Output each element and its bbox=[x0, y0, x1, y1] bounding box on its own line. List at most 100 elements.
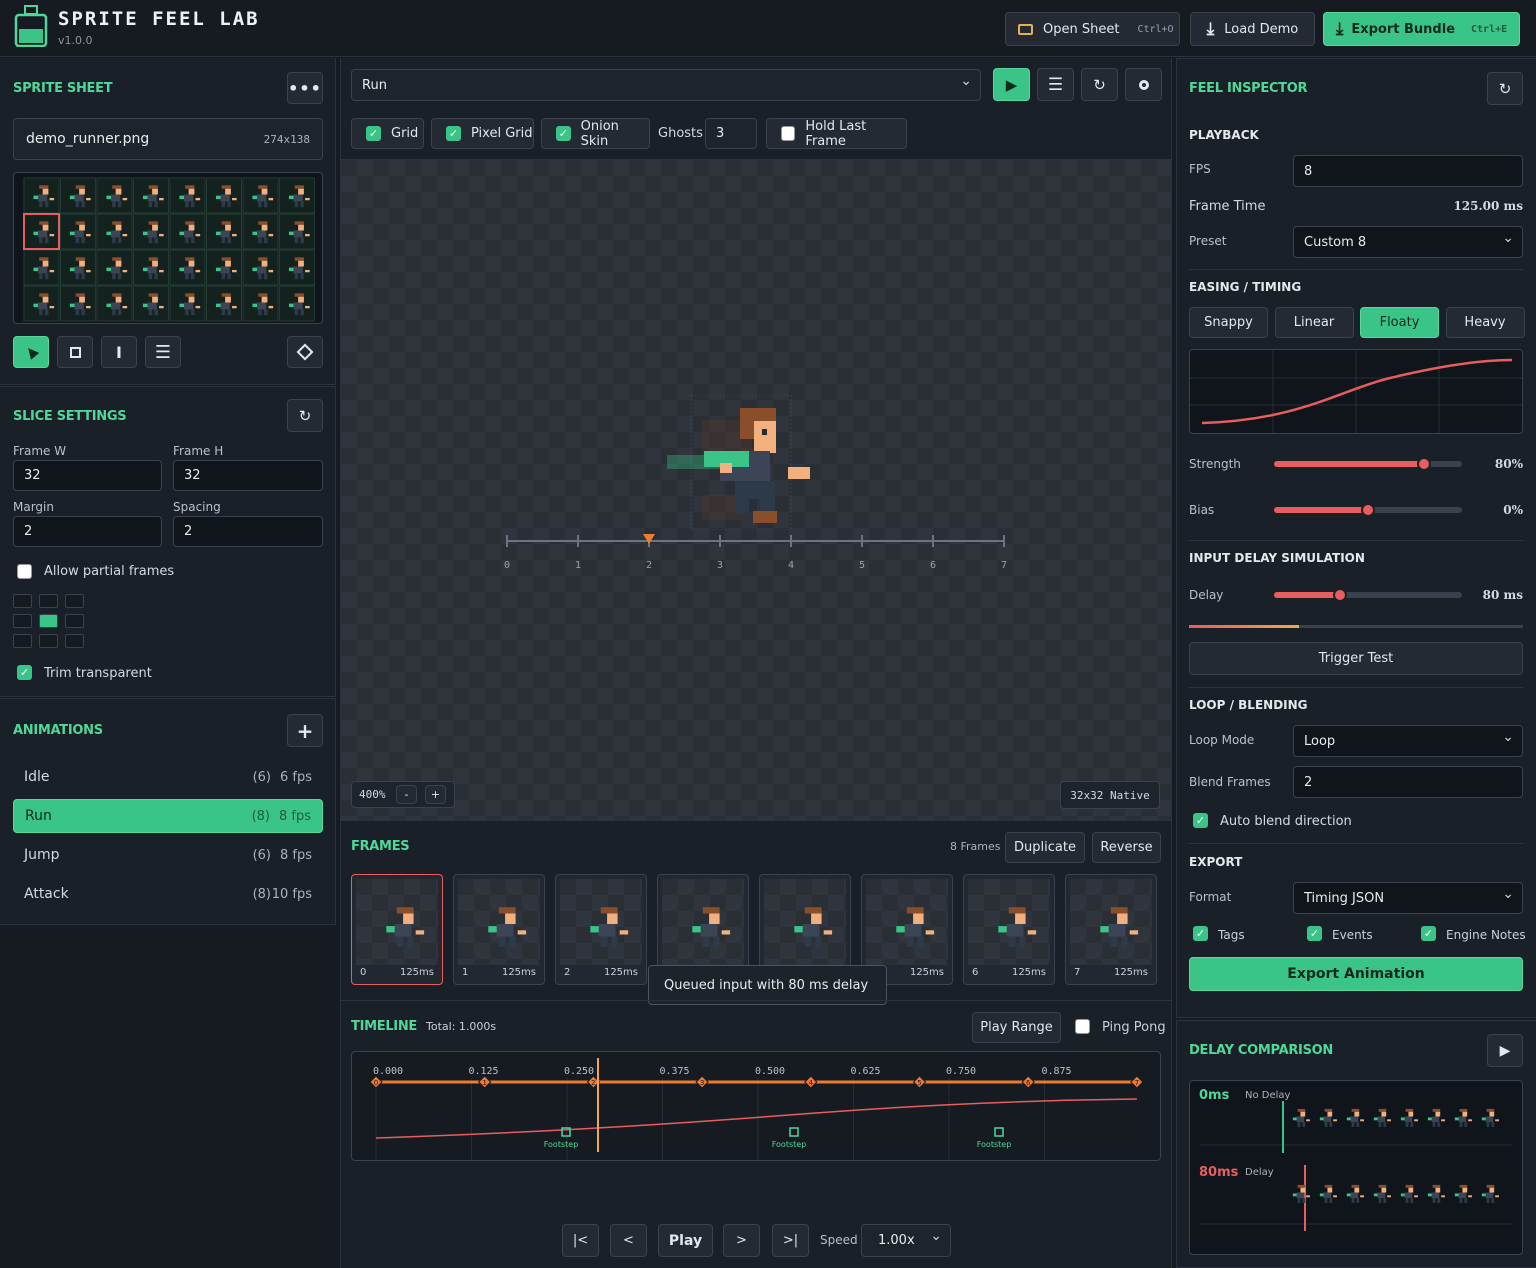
anchor-cell[interactable] bbox=[39, 634, 58, 648]
column-tool-button[interactable]: ☰ bbox=[145, 336, 181, 368]
delay-slider-knob[interactable] bbox=[1332, 588, 1347, 602]
engine-notes-checkbox[interactable]: ✓ bbox=[1421, 926, 1436, 941]
onion-skin-checkbox[interactable]: ✓ bbox=[556, 126, 571, 141]
anchor-cell[interactable] bbox=[65, 594, 84, 608]
onion-skin-toggle[interactable]: ✓ Onion Skin bbox=[541, 118, 650, 149]
auto-blend-label: Auto blend direction bbox=[1220, 814, 1352, 829]
anchor-cell[interactable] bbox=[65, 634, 84, 648]
delay-comparison-play-button[interactable]: ▶ bbox=[1487, 1034, 1523, 1067]
ruler-tick-label: 2 bbox=[646, 560, 652, 571]
menu-icon: ☰ bbox=[1047, 74, 1064, 95]
pixel-grid-toggle[interactable]: ✓ Pixel Grid bbox=[431, 118, 534, 149]
zoom-in-button[interactable]: + bbox=[425, 785, 446, 804]
last-frame-button[interactable]: >| bbox=[772, 1224, 809, 1257]
ruler-tick-label: 3 bbox=[717, 560, 723, 571]
animation-item-run[interactable]: Run (8) 8 fps bbox=[13, 799, 323, 833]
frame-h-input[interactable]: 32 bbox=[173, 460, 323, 491]
export-bundle-button[interactable]: ⤓ Export Bundle Ctrl+E bbox=[1323, 12, 1520, 46]
mini-sprite bbox=[1427, 1108, 1445, 1127]
trigger-test-button[interactable]: Trigger Test bbox=[1189, 642, 1523, 675]
frame-card[interactable]: 6 125ms bbox=[963, 874, 1055, 985]
next-frame-button[interactable]: > bbox=[723, 1224, 760, 1257]
frame-card[interactable]: 2 125ms bbox=[555, 874, 647, 985]
first-frame-button[interactable]: |< bbox=[562, 1224, 599, 1257]
timeline-tick-label: 0.250 bbox=[564, 1066, 594, 1077]
animation-item-idle[interactable]: Idle (6) 6 fps bbox=[13, 760, 323, 794]
frame-card[interactable]: 0 125ms bbox=[351, 874, 443, 985]
margin-input[interactable]: 2 bbox=[13, 516, 162, 547]
anchor-grid[interactable] bbox=[13, 594, 88, 650]
transport-play-button[interactable]: Play bbox=[658, 1224, 713, 1257]
sheet-more-button[interactable]: ••• bbox=[287, 72, 323, 104]
spacing-input[interactable]: 2 bbox=[173, 516, 323, 547]
allow-partial-checkbox[interactable] bbox=[17, 564, 32, 579]
frame-card[interactable]: 7 125ms bbox=[1065, 874, 1157, 985]
easing-option-linear[interactable]: Linear bbox=[1274, 307, 1354, 338]
animation-select[interactable]: Run bbox=[351, 69, 981, 101]
grid-toggle[interactable]: ✓ Grid bbox=[351, 118, 424, 149]
play-range-button[interactable]: Play Range bbox=[972, 1012, 1061, 1043]
load-demo-button[interactable]: ⤓ Load Demo bbox=[1190, 12, 1315, 46]
grid-checkbox[interactable]: ✓ bbox=[366, 126, 381, 141]
eraser-tool-button[interactable] bbox=[287, 336, 323, 368]
bias-slider-fill bbox=[1274, 507, 1368, 513]
animation-item-jump[interactable]: Jump (6) 8 fps bbox=[13, 838, 323, 872]
loop-button[interactable]: ↻ bbox=[1081, 68, 1118, 101]
sheet-dimensions: 274x138 bbox=[263, 132, 310, 146]
easing-option-floaty[interactable]: Floaty bbox=[1360, 307, 1439, 338]
tags-checkbox[interactable]: ✓ bbox=[1193, 926, 1208, 941]
speed-select[interactable]: 1.00x bbox=[861, 1224, 951, 1257]
bias-slider-knob[interactable] bbox=[1361, 503, 1375, 517]
auto-blend-checkbox[interactable]: ✓ bbox=[1193, 813, 1208, 828]
prev-frame-button[interactable]: < bbox=[610, 1224, 647, 1257]
frame-card[interactable]: 1 125ms bbox=[453, 874, 545, 985]
trim-transparent-checkbox[interactable]: ✓ bbox=[17, 665, 32, 680]
anchor-cell[interactable] bbox=[13, 614, 32, 628]
sheet-file-field[interactable]: demo_runner.png 274x138 bbox=[13, 118, 323, 160]
inspector-reset-button[interactable]: ↻ bbox=[1487, 72, 1523, 105]
events-checkbox[interactable]: ✓ bbox=[1307, 926, 1322, 941]
loop-mode-select[interactable]: Loop bbox=[1293, 725, 1523, 757]
slice-reset-button[interactable]: ↻ bbox=[287, 399, 323, 432]
export-animation-button[interactable]: Export Animation bbox=[1189, 957, 1523, 991]
animation-name: Run bbox=[25, 808, 52, 824]
select-tool-button[interactable]: ▲ bbox=[13, 336, 49, 368]
blend-frames-input[interactable]: 2 bbox=[1293, 766, 1523, 798]
ghosts-input[interactable]: 3 bbox=[705, 118, 757, 149]
animation-item-attack[interactable]: Attack (8) 10 fps bbox=[13, 877, 323, 911]
open-sheet-button[interactable]: Open Sheet Ctrl+O bbox=[1005, 12, 1180, 46]
duplicate-button[interactable]: Duplicate bbox=[1005, 832, 1085, 863]
zoom-out-button[interactable]: - bbox=[396, 785, 417, 804]
rect-tool-button[interactable] bbox=[57, 336, 93, 368]
add-animation-button[interactable]: + bbox=[287, 714, 323, 747]
animation-fps: 10 fps bbox=[271, 886, 312, 902]
anchor-cell[interactable] bbox=[13, 594, 32, 608]
timeline-track[interactable]: 0.000 0.125 0.250 0.375 0.500 0.625 0.750 0.875… bbox=[351, 1051, 1161, 1161]
easing-option-heavy[interactable]: Heavy bbox=[1445, 307, 1525, 338]
row-tool-button[interactable]: Ⅰ bbox=[101, 336, 137, 368]
hold-last-checkbox[interactable] bbox=[781, 126, 796, 141]
list-button[interactable]: ☰ bbox=[1037, 68, 1074, 101]
timeline-key-label: 5 bbox=[917, 1079, 921, 1087]
engine-notes-label: Engine Notes bbox=[1446, 928, 1526, 942]
pixel-grid-checkbox[interactable]: ✓ bbox=[446, 126, 461, 141]
timeline-divider bbox=[341, 1000, 1171, 1001]
frame-w-input[interactable]: 32 bbox=[13, 460, 162, 491]
reverse-button[interactable]: Reverse bbox=[1092, 832, 1161, 863]
record-button[interactable] bbox=[1125, 68, 1162, 101]
anchor-cell[interactable] bbox=[13, 634, 32, 648]
frame-sprite bbox=[794, 907, 833, 948]
anchor-center[interactable] bbox=[39, 614, 58, 628]
hold-last-toggle[interactable]: Hold Last Frame bbox=[766, 118, 907, 149]
reset-icon: ↻ bbox=[1498, 79, 1512, 98]
mini-sprite bbox=[1454, 1184, 1472, 1203]
preset-select[interactable]: Custom 8 bbox=[1293, 226, 1523, 258]
anchor-cell[interactable] bbox=[65, 614, 84, 628]
anchor-cell[interactable] bbox=[39, 594, 58, 608]
sprite-sheet-grid[interactable] bbox=[13, 172, 323, 324]
easing-option-snappy[interactable]: Snappy bbox=[1189, 307, 1268, 338]
format-select[interactable]: Timing JSON bbox=[1293, 882, 1523, 914]
ping-pong-checkbox[interactable] bbox=[1075, 1019, 1090, 1034]
play-button[interactable]: ▶ bbox=[993, 68, 1030, 101]
fps-input[interactable]: 8 bbox=[1293, 155, 1523, 187]
